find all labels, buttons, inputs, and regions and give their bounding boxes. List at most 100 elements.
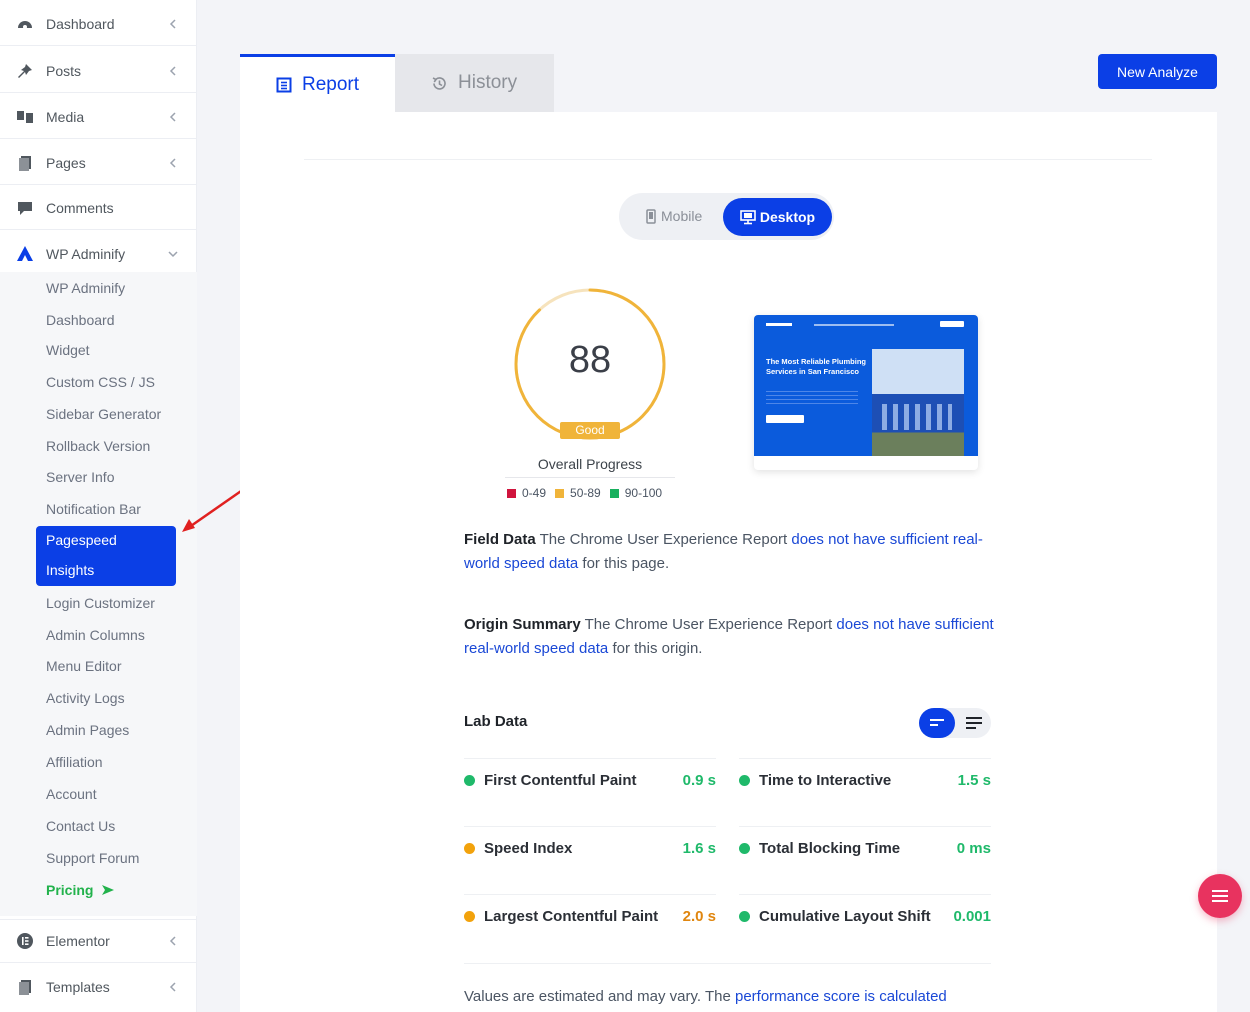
thumbnail-cta xyxy=(940,321,964,327)
status-dot-green xyxy=(739,775,750,786)
sidebar-item-comments[interactable]: Comments xyxy=(0,186,197,230)
submenu-item-custom-css-js[interactable]: Custom CSS / JS xyxy=(46,371,155,393)
submenu-item-pricing[interactable]: Pricing xyxy=(46,879,115,901)
submenu-item-menu-editor[interactable]: Menu Editor xyxy=(46,655,121,677)
submenu-item-widget[interactable]: Widget xyxy=(46,339,90,361)
arrow-right-icon xyxy=(102,885,115,895)
desktop-label: Desktop xyxy=(759,209,816,225)
submenu-item-server-info[interactable]: Server Info xyxy=(46,466,114,488)
page-screenshot-thumbnail: The Most Reliable Plumbing Services in S… xyxy=(754,315,978,470)
submenu-item-label: Insights xyxy=(46,562,95,578)
new-analyze-button[interactable]: New Analyze xyxy=(1098,54,1217,89)
score-rating-badge: Good xyxy=(560,422,620,439)
sidebar-item-templates[interactable]: Templates xyxy=(0,965,197,1009)
sidebar-item-label: Posts xyxy=(46,62,82,79)
metric-value: 0.9 s xyxy=(682,772,716,789)
legend-range: 50-89 xyxy=(570,486,601,500)
tab-label: History xyxy=(458,72,518,93)
origin-summary-text: The Chrome User Experience Report xyxy=(584,616,833,633)
sidebar-item-label: Templates xyxy=(46,979,110,995)
metric-cumulative-layout-shift: Cumulative Layout Shift 0.001 xyxy=(739,894,991,938)
submenu-item-sidebar-generator[interactable]: Sidebar Generator xyxy=(46,403,161,425)
compact-list-icon xyxy=(930,719,944,726)
performance-score: 88 xyxy=(568,339,612,381)
legend-item: 0-49 xyxy=(507,486,546,500)
metric-value: 1.5 s xyxy=(957,772,991,789)
mobile-toggle-button[interactable]: Mobile xyxy=(645,208,702,224)
lab-data-title: Lab Data xyxy=(464,713,528,730)
pin-icon xyxy=(16,62,34,80)
metric-time-to-interactive: Time to Interactive 1.5 s xyxy=(739,758,991,802)
metric-name: Total Blocking Time xyxy=(759,840,901,857)
field-data-text-end: for this page. xyxy=(582,555,670,572)
submenu-item-contact-us[interactable]: Contact Us xyxy=(46,815,115,837)
compact-view-button[interactable] xyxy=(919,708,955,738)
submenu-item-admin-columns[interactable]: Admin Columns xyxy=(46,624,145,646)
performance-score-link[interactable]: performance score is calculated xyxy=(735,988,947,1005)
sidebar-item-dashboard[interactable]: Dashboard xyxy=(0,2,197,46)
sidebar-item-wp-adminify[interactable]: WP Adminify xyxy=(0,232,197,276)
floating-menu-button[interactable] xyxy=(1198,874,1242,918)
submenu-item-pagespeed-insights[interactable]: Pagespeed Insights xyxy=(36,526,176,586)
legend-swatch-orange xyxy=(555,488,565,498)
sidebar-item-posts[interactable]: Posts xyxy=(0,49,197,93)
field-data-title: Field Data xyxy=(464,531,536,548)
status-dot-orange xyxy=(464,843,475,854)
origin-summary-section: Origin Summary The Chrome User Experienc… xyxy=(464,613,994,661)
origin-summary-text-end: for this origin. xyxy=(612,640,703,657)
submenu-item-wp-adminify[interactable]: WP Adminify xyxy=(46,277,125,299)
submenu-item-activity-logs[interactable]: Activity Logs xyxy=(46,687,125,709)
submenu-item-account[interactable]: Account xyxy=(46,783,97,805)
status-dot-orange xyxy=(464,911,475,922)
submenu-item-affiliation[interactable]: Affiliation xyxy=(46,751,103,773)
mobile-icon xyxy=(646,208,656,224)
metric-name: Largest Contentful Paint xyxy=(484,908,659,925)
device-toggle: Mobile Desktop xyxy=(619,193,834,240)
metric-value: 0 ms xyxy=(956,840,991,857)
pages-icon xyxy=(16,154,34,172)
divider xyxy=(304,159,1152,160)
chevron-left-icon xyxy=(169,111,176,122)
metric-name: Cumulative Layout Shift xyxy=(759,908,931,925)
submenu-item-notification-bar[interactable]: Notification Bar xyxy=(46,498,141,520)
status-dot-green xyxy=(739,843,750,854)
submenu-item-dashboard[interactable]: Dashboard xyxy=(46,309,115,331)
sidebar-item-media[interactable]: Media xyxy=(0,95,197,139)
dashboard-icon xyxy=(16,15,34,33)
tab-label: Report xyxy=(302,73,360,95)
metric-value: 2.0 s xyxy=(682,908,716,925)
adminify-icon xyxy=(16,245,34,263)
desktop-toggle-button[interactable]: Desktop xyxy=(723,198,832,236)
sidebar-item-pages[interactable]: Pages xyxy=(0,141,197,185)
elementor-icon xyxy=(16,932,34,950)
expanded-view-button[interactable] xyxy=(957,708,991,738)
estimate-note: Values are estimated and may vary. The p… xyxy=(464,988,947,1005)
metrics-divider xyxy=(464,963,991,964)
expanded-list-icon xyxy=(966,717,982,729)
thumbnail-logo xyxy=(766,323,792,326)
submenu-item-rollback-version[interactable]: Rollback Version xyxy=(46,435,150,457)
sidebar-item-label: Media xyxy=(46,108,85,125)
metric-value: 0.001 xyxy=(953,908,991,925)
legend-swatch-green xyxy=(609,488,619,498)
lab-view-toggle xyxy=(919,708,991,738)
chevron-left-icon xyxy=(169,982,176,992)
status-dot-green xyxy=(464,775,475,786)
submenu-item-label: Pagespeed xyxy=(46,532,117,548)
tab-report[interactable]: Report xyxy=(240,54,395,112)
thumbnail-windows xyxy=(882,404,952,430)
sidebar-item-label: WP Adminify xyxy=(46,246,126,262)
thumbnail-body-text xyxy=(766,391,858,405)
field-data-text: The Chrome User Experience Report xyxy=(539,531,788,548)
submenu-item-support-forum[interactable]: Support Forum xyxy=(46,847,139,869)
score-legend: 0-49 50-89 90-100 xyxy=(507,486,671,500)
legend-swatch-red xyxy=(507,488,516,498)
submenu-item-login-customizer[interactable]: Login Customizer xyxy=(46,592,155,614)
tab-history[interactable]: History xyxy=(395,54,554,112)
field-data-section: Field Data The Chrome User Experience Re… xyxy=(464,528,994,576)
status-dot-green xyxy=(739,911,750,922)
submenu-item-admin-pages[interactable]: Admin Pages xyxy=(46,719,129,741)
metric-speed-index: Speed Index 1.6 s xyxy=(464,826,716,870)
metric-largest-contentful-paint: Largest Contentful Paint 2.0 s xyxy=(464,894,716,938)
sidebar-item-elementor[interactable]: Elementor xyxy=(0,919,197,963)
